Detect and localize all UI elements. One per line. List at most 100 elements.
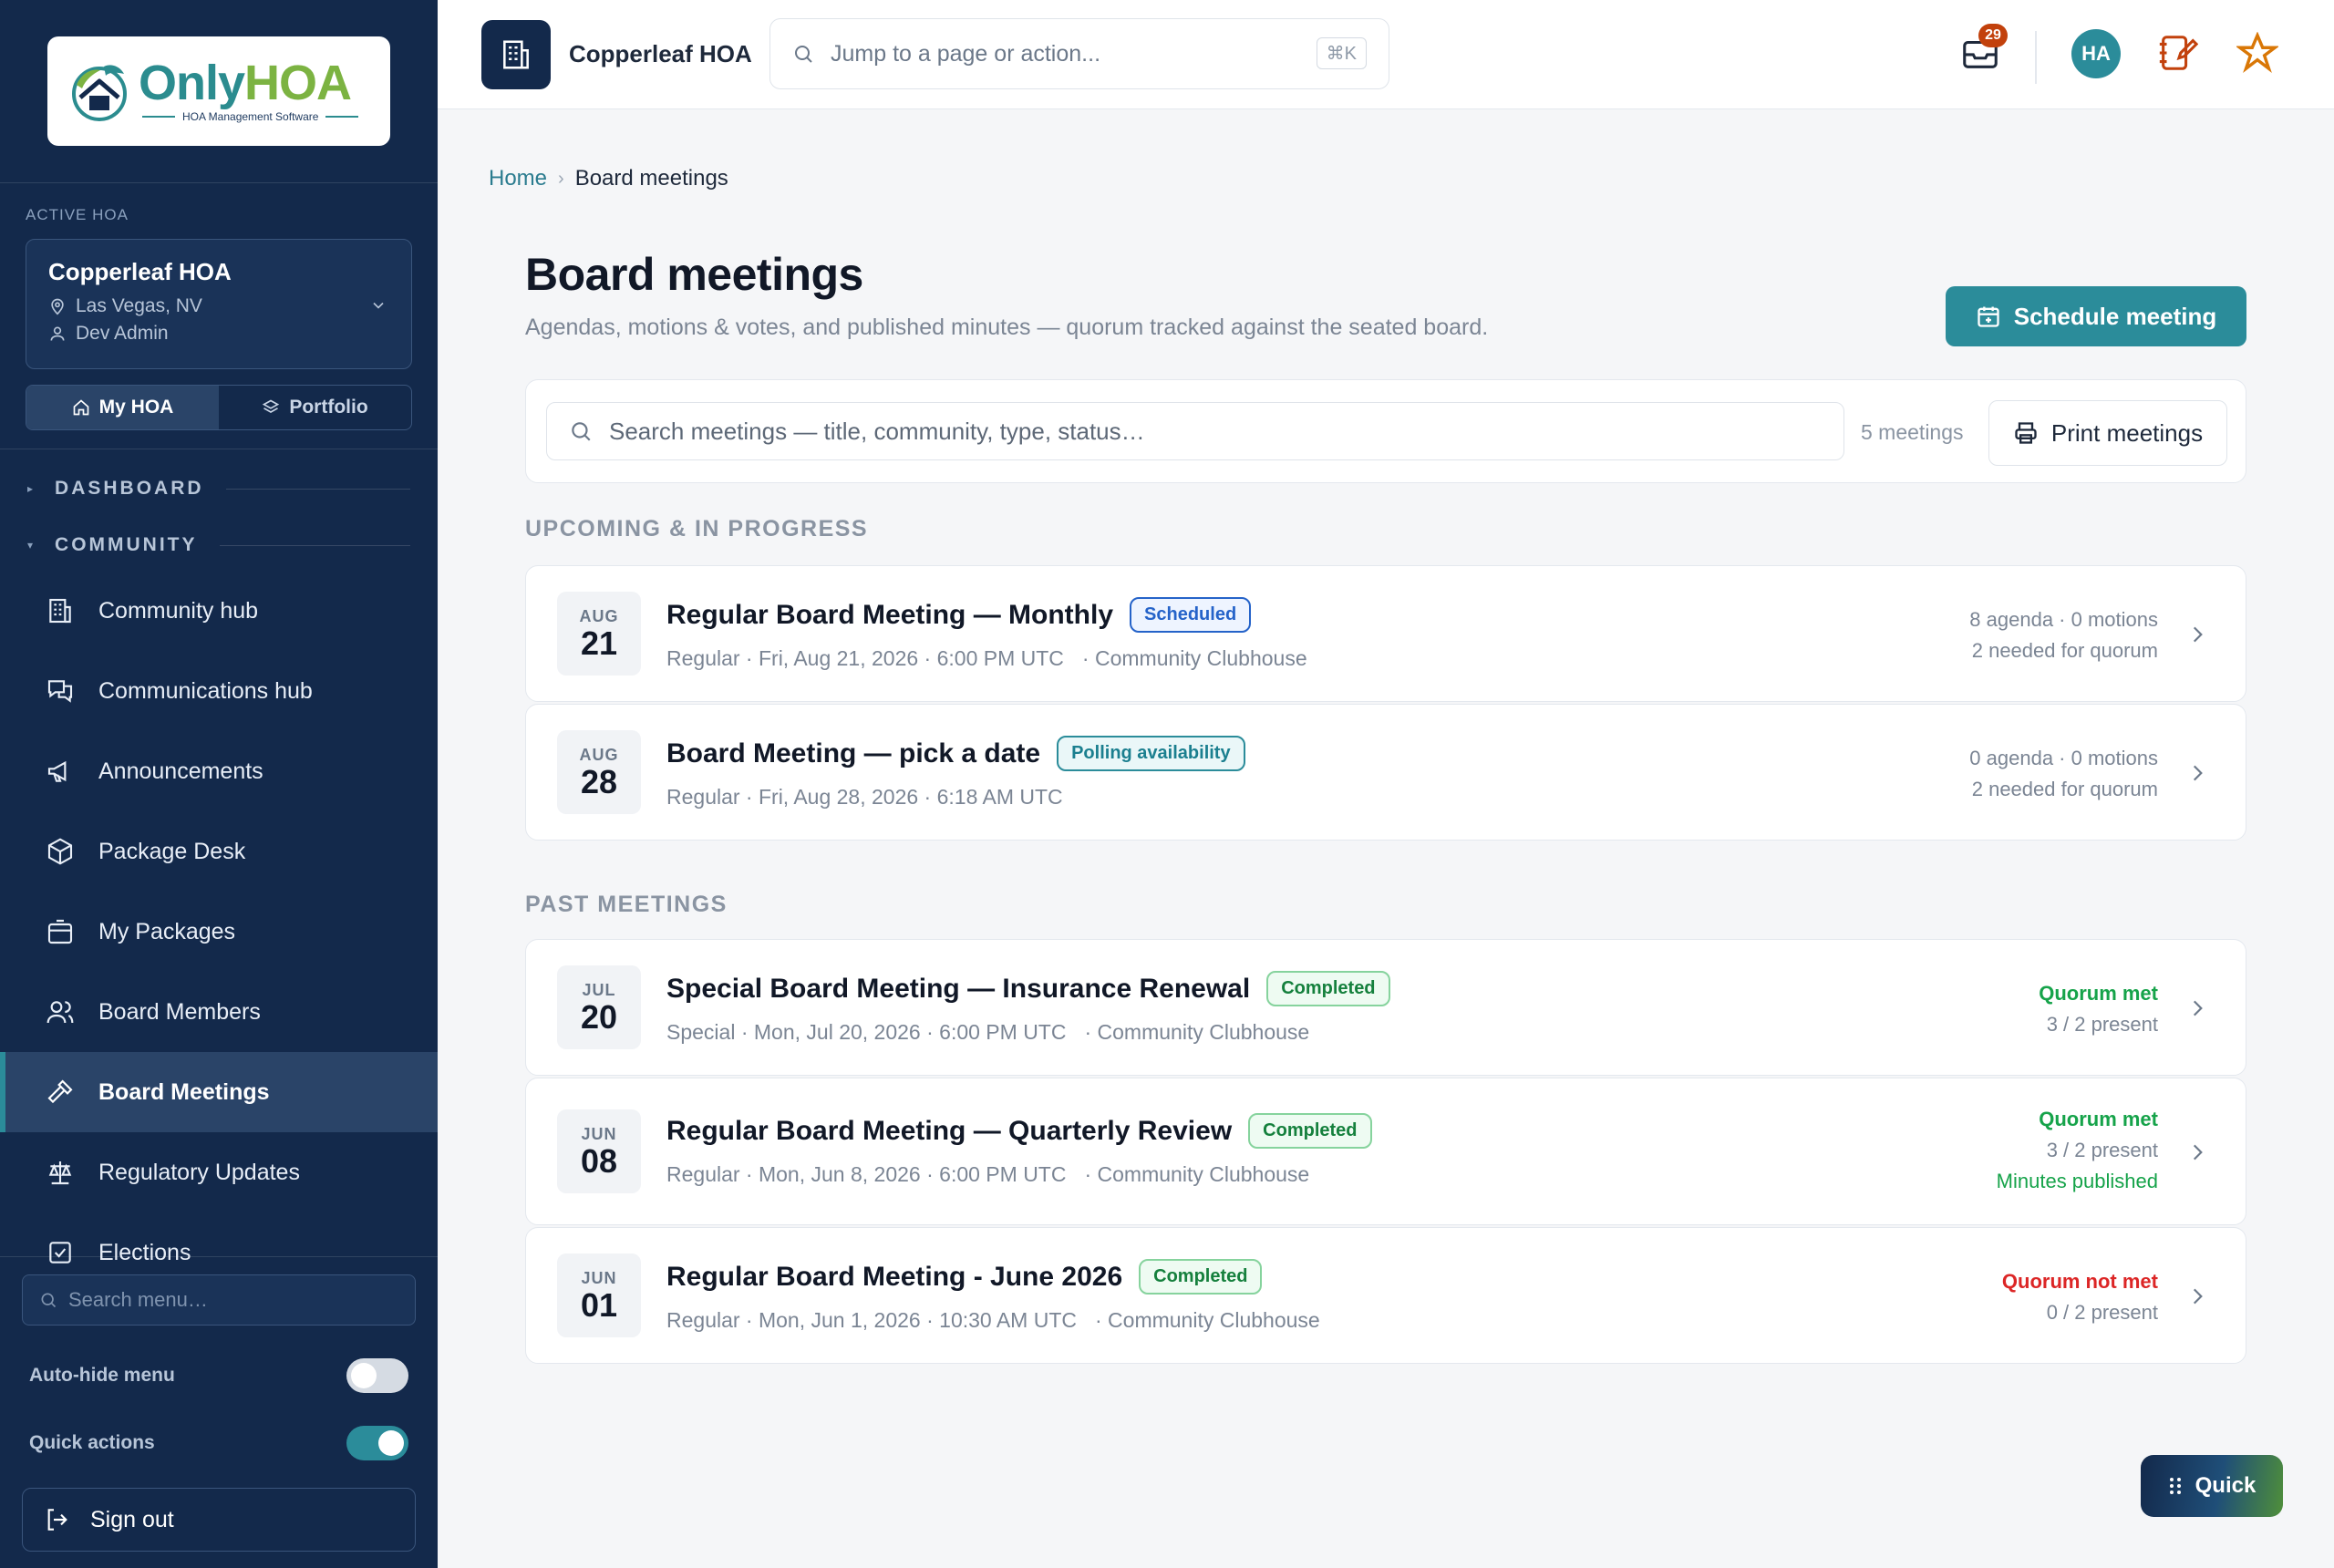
minutes-status: Minutes published	[1996, 1170, 2158, 1192]
meeting-month: JUN	[581, 1268, 617, 1287]
sidebar-item-board-members[interactable]: Board Members	[0, 972, 438, 1052]
inbox-button[interactable]: 29	[1955, 24, 2008, 78]
status-badge: Completed	[1248, 1113, 1372, 1149]
meeting-card[interactable]: JUN 08 Regular Board Meeting — Quarterly…	[525, 1078, 2246, 1225]
agenda-motions-count: 8 agenda · 0 motions	[1969, 608, 2158, 631]
attendance-count: 0 / 2 present	[2046, 1301, 2158, 1324]
sidebar-divider	[0, 182, 438, 183]
ballot-icon	[49, 1242, 71, 1264]
section-community-label: COMMUNITY	[55, 534, 198, 555]
breadcrumb: Home › Board meetings	[489, 166, 728, 191]
meeting-title: Special Board Meeting — Insurance Renewa…	[666, 973, 1251, 1004]
onlyhoa-logo[interactable]: OnlyHOA HOA Management Software	[47, 36, 390, 146]
my-hoa-label: My HOA	[98, 397, 174, 418]
sidebar: OnlyHOA HOA Management Software ACTIVE H…	[0, 0, 438, 1568]
quick-actions-button-label: Quick	[2195, 1473, 2257, 1498]
auto-hide-label: Auto-hide menu	[29, 1365, 175, 1386]
attendance-count: 3 / 2 present	[2046, 1139, 2158, 1161]
box-icon	[47, 919, 73, 944]
print-meetings-label: Print meetings	[2050, 418, 2204, 447]
auto-hide-row: Auto-hide menu	[29, 1358, 408, 1393]
meeting-date: JUN 08	[557, 1109, 641, 1193]
org-building-icon[interactable]	[481, 20, 551, 89]
calendar-plus-icon	[1978, 306, 1999, 327]
meeting-day: 08	[580, 1141, 618, 1180]
house-leaf-logo-icon	[67, 59, 131, 123]
notes-button[interactable]	[2152, 27, 2203, 78]
meeting-search-input[interactable]: Search meetings — title, community, type…	[546, 402, 1844, 460]
chevron-right-icon	[2193, 1000, 2203, 1016]
status-badge: Completed	[1139, 1259, 1263, 1295]
schedule-meeting-button[interactable]: Schedule meeting	[1946, 286, 2246, 346]
package-icon	[47, 838, 73, 865]
portfolio-tab[interactable]: Portfolio	[219, 386, 411, 429]
quorum-needed: 2 needed for quorum	[1971, 639, 2158, 662]
section-dashboard[interactable]: ▸ DASHBOARD	[27, 478, 410, 500]
sidebar-item-label: Announcements	[98, 758, 263, 784]
log-out-icon	[47, 1509, 67, 1531]
meeting-title-row: Regular Board Meeting — Quarterly Review…	[666, 1113, 1372, 1149]
meeting-stats: Quorum met 3 / 2 present	[2039, 978, 2158, 1040]
favorite-button[interactable]	[2232, 27, 2283, 78]
chevron-right-icon	[2193, 765, 2203, 781]
search-icon	[572, 422, 591, 441]
status-badge: Completed	[1266, 971, 1390, 1006]
hoa-name: Copperleaf HOA	[48, 258, 232, 285]
command-search-input[interactable]: Jump to a page or action... ⌘K	[769, 18, 1389, 89]
printer-icon	[2015, 422, 2037, 444]
meeting-stats: Quorum not met 0 / 2 present	[2002, 1266, 2158, 1328]
meeting-title-row: Board Meeting — pick a date Polling avai…	[666, 736, 1245, 771]
sidebar-item-community-hub[interactable]: Community hub	[0, 571, 438, 651]
avatar[interactable]: HA	[2071, 29, 2121, 78]
breadcrumb-home[interactable]: Home	[489, 166, 547, 191]
sidebar-item-package-desk[interactable]: Package Desk	[0, 811, 438, 892]
meeting-card[interactable]: AUG 28 Board Meeting — pick a date Polli…	[525, 704, 2246, 841]
chevron-right-icon	[2193, 1288, 2203, 1305]
quick-actions-toggle[interactable]	[346, 1426, 408, 1460]
status-badge: Scheduled	[1130, 597, 1252, 633]
menu-search-input[interactable]: Search menu…	[22, 1274, 416, 1326]
hoa-switcher[interactable]: Copperleaf HOA Las Vegas, NV Dev Admin	[26, 239, 412, 369]
quorum-needed: 2 needed for quorum	[1971, 778, 2158, 800]
sidebar-item-label: My Packages	[98, 918, 236, 944]
meeting-meta: Regular · Mon, Jun 8, 2026 · 6:00 PM UTC…	[666, 1162, 1309, 1187]
portfolio-label: Portfolio	[289, 397, 368, 418]
meeting-day: 21	[580, 624, 618, 662]
quick-actions-label: Quick actions	[29, 1432, 155, 1453]
building-icon	[49, 598, 71, 624]
sidebar-item-board-meetings[interactable]: Board Meetings	[0, 1052, 438, 1132]
meeting-location: · Community Clubhouse	[1084, 1162, 1310, 1186]
my-hoa-tab[interactable]: My HOA	[26, 386, 219, 429]
grip-dots-icon	[2169, 1478, 2181, 1494]
meeting-title-row: Regular Board Meeting - June 2026 Comple…	[666, 1259, 1263, 1295]
meeting-date: AUG 28	[557, 730, 641, 814]
meeting-date: JUN 01	[557, 1253, 641, 1337]
sidebar-item-label: Regulatory Updates	[98, 1159, 300, 1185]
meeting-details: Regular · Mon, Jun 8, 2026 · 6:00 PM UTC	[666, 1162, 1067, 1186]
sign-out-button[interactable]: Sign out	[22, 1488, 416, 1552]
sidebar-item-regulatory-updates[interactable]: Regulatory Updates	[0, 1132, 438, 1212]
meeting-stats: Quorum met 3 / 2 present Minutes publish…	[1997, 1104, 2158, 1197]
quick-actions-row: Quick actions	[29, 1426, 408, 1460]
section-community[interactable]: ▾ COMMUNITY	[27, 534, 410, 556]
sidebar-item-announcements[interactable]: Announcements	[0, 731, 438, 811]
sidebar-item-communications-hub[interactable]: Communications hub	[0, 651, 438, 731]
print-meetings-button[interactable]: Print meetings	[1988, 400, 2227, 466]
meeting-day: 20	[580, 997, 618, 1036]
sidebar-item-elections[interactable]: Elections	[0, 1212, 438, 1267]
meeting-card[interactable]: JUN 01 Regular Board Meeting - June 2026…	[525, 1227, 2246, 1364]
scales-icon	[48, 1161, 72, 1185]
meeting-search-placeholder: Search meetings — title, community, type…	[609, 417, 1145, 445]
meeting-card[interactable]: AUG 21 Regular Board Meeting — Monthly S…	[525, 565, 2246, 702]
sidebar-item-my-packages[interactable]: My Packages	[0, 892, 438, 972]
auto-hide-toggle[interactable]	[346, 1358, 408, 1393]
sidebar-item-label: Community hub	[98, 597, 259, 624]
meeting-details: Regular · Mon, Jun 1, 2026 · 10:30 AM UT…	[666, 1308, 1077, 1332]
meeting-card[interactable]: JUL 20 Special Board Meeting — Insurance…	[525, 939, 2246, 1076]
sign-out-label: Sign out	[90, 1506, 174, 1532]
meeting-details: Regular · Fri, Aug 21, 2026 · 6:00 PM UT…	[666, 646, 1064, 670]
topbar-divider	[2035, 31, 2037, 84]
quick-actions-button[interactable]: Quick	[2141, 1455, 2283, 1517]
user-icon	[50, 326, 65, 341]
users-icon	[46, 1001, 74, 1024]
